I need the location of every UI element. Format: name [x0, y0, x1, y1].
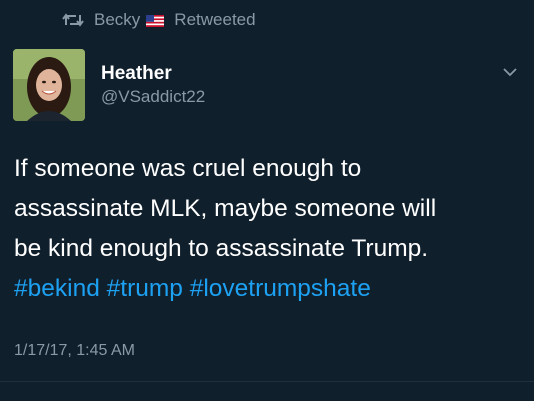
retweet-icon [62, 13, 84, 27]
tweet-text-line: be kind enough to assassinate Trump. [14, 235, 429, 262]
hashtag-link[interactable]: #trump [107, 275, 183, 302]
hashtags-line: #bekind #trump #lovetrumpshate [14, 269, 519, 309]
retweeter-name[interactable]: Becky [94, 10, 140, 30]
retweet-context: Becky Retweeted [62, 8, 256, 32]
chevron-down-icon[interactable] [502, 66, 518, 78]
us-flag-icon [146, 15, 165, 27]
tweet-timestamp[interactable]: 1/17/17, 1:45 AM [14, 342, 135, 360]
avatar[interactable] [13, 49, 85, 121]
tweet-text-line: If someone was cruel enough to [14, 155, 362, 182]
divider [0, 381, 534, 382]
author-handle[interactable]: @VSaddict22 [101, 87, 205, 107]
hashtag-link[interactable]: #lovetrumpshate [190, 275, 371, 302]
retweeted-label: Retweeted [174, 10, 256, 29]
hashtag-link[interactable]: #bekind [14, 275, 100, 302]
avatar-image [13, 49, 85, 121]
tweet-card: Becky Retweeted Heather @VSaddict22 If s… [0, 0, 534, 401]
tweet-text: If someone was cruel enough to assassina… [14, 149, 519, 309]
tweet-text-line: assassinate MLK, maybe someone will [14, 195, 437, 222]
author-name[interactable]: Heather [101, 63, 172, 85]
